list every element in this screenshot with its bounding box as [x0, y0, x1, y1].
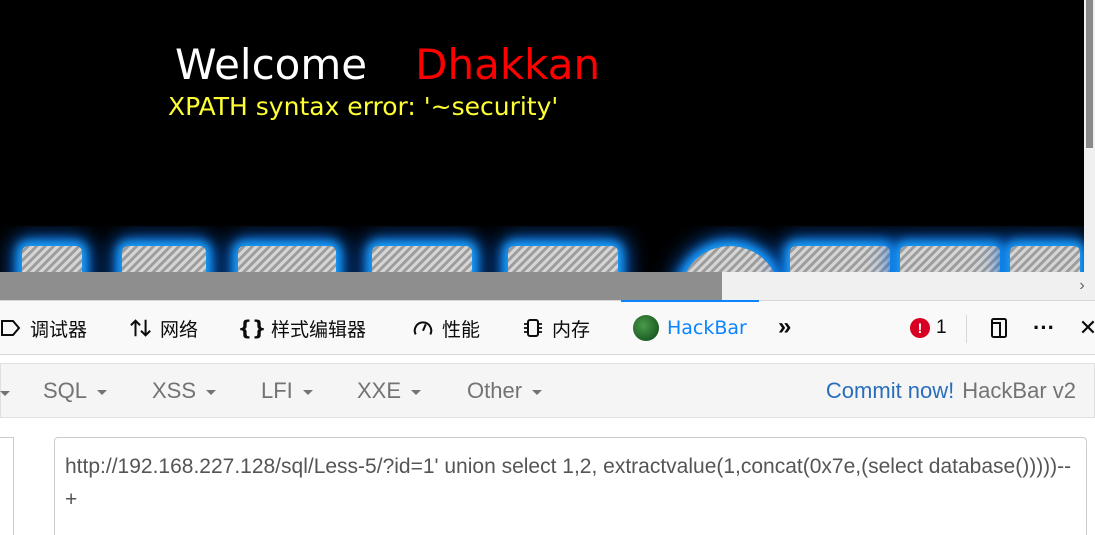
banner-glyph — [508, 246, 618, 274]
tab-style-editor[interactable]: {} 样式编辑器 — [237, 301, 367, 355]
menu-label: XXE — [357, 377, 402, 403]
horizontal-scrollbar[interactable]: › — [0, 272, 1095, 300]
tabs-overflow-button[interactable]: » — [778, 313, 791, 341]
hackbar-version: HackBar v2 — [962, 377, 1076, 403]
tab-memory[interactable]: 内存 — [522, 301, 590, 355]
menu-label: Other — [467, 377, 523, 403]
tab-label: 内存 — [552, 318, 591, 341]
chevron-down-icon[interactable] — [0, 391, 10, 396]
tab-label: 样式编辑器 — [271, 318, 367, 341]
tab-hackbar[interactable]: HackBar — [621, 300, 759, 355]
banner-glyph — [900, 246, 1000, 274]
scroll-right-arrow-icon[interactable]: › — [1073, 276, 1091, 296]
tab-network[interactable]: 网络 — [130, 301, 198, 355]
menu-xxe[interactable]: XXE — [357, 364, 422, 417]
console-error-counter[interactable]: ! 1 — [910, 301, 947, 355]
vertical-scrollbar[interactable] — [1084, 0, 1095, 272]
chevron-down-icon — [97, 389, 108, 395]
welcome-line: Welcome Dhakkan — [175, 40, 600, 89]
error-icon: ! — [910, 318, 930, 338]
side-panel-edge — [0, 437, 14, 535]
banner-glyph — [22, 246, 82, 274]
close-devtools-button[interactable]: ✕ — [1076, 301, 1095, 355]
banner-glyph — [238, 246, 336, 274]
responsive-frame-icon — [991, 318, 1007, 338]
banner-glyph — [790, 246, 890, 274]
tab-label: 调试器 — [30, 318, 88, 341]
more-options-button[interactable]: ··· — [1026, 301, 1062, 355]
chevron-down-icon — [411, 389, 422, 395]
chevron-down-icon — [532, 389, 543, 395]
horizontal-scroll-thumb[interactable] — [0, 272, 722, 300]
tab-label: 性能 — [442, 318, 481, 341]
banner-glyph — [1010, 246, 1080, 274]
banner-glyph — [372, 246, 472, 274]
username-text: Dhakkan — [415, 40, 601, 89]
error-count-text: 1 — [936, 317, 947, 338]
menu-xss[interactable]: XSS — [152, 364, 217, 417]
commit-area: Commit now! HackBar v2 — [826, 364, 1076, 417]
vertical-scroll-thumb[interactable] — [1086, 0, 1093, 148]
tab-performance[interactable]: 性能 — [412, 301, 480, 355]
menu-other[interactable]: Other — [467, 364, 543, 417]
tab-label: HackBar — [667, 317, 747, 339]
hackbar-menu-bar: SQL XSS LFI XXE Other Commit now! HackBa… — [0, 363, 1095, 418]
toolbar-separator — [966, 315, 967, 343]
menu-label: SQL — [43, 377, 88, 403]
tab-debugger[interactable]: 调试器 — [0, 301, 87, 355]
commit-now-link[interactable]: Commit now! — [826, 378, 954, 404]
chevron-down-icon — [206, 389, 217, 395]
banner-image — [0, 226, 1084, 274]
welcome-text: Welcome — [175, 40, 368, 89]
dock-toggle-button[interactable] — [982, 301, 1016, 355]
xpath-error-message: XPATH syntax error: '~security' — [168, 92, 559, 121]
chevron-down-icon — [302, 389, 313, 395]
performance-gauge-icon — [412, 317, 434, 339]
menu-sql[interactable]: SQL — [43, 364, 108, 417]
menu-lfi[interactable]: LFI — [261, 364, 313, 417]
network-arrows-icon — [130, 317, 152, 339]
url-textarea[interactable]: http://192.168.227.128/sql/Less-5/?id=1'… — [54, 437, 1087, 535]
hackbar-logo-icon — [633, 315, 659, 341]
menu-label: LFI — [261, 377, 293, 403]
devtools-toolbar: 调试器 网络 {} 样式编辑器 性能 内存 HackBar » ! 1 ··· … — [0, 300, 1095, 355]
debugger-icon — [0, 317, 22, 339]
banner-glyph — [680, 246, 780, 274]
braces-icon: {} — [237, 316, 267, 340]
banner-glyph — [122, 246, 206, 274]
tab-label: 网络 — [160, 318, 199, 341]
menu-label: XSS — [152, 377, 197, 403]
memory-chip-icon — [522, 317, 544, 339]
page-viewport: Welcome Dhakkan XPATH syntax error: '~sec… — [0, 0, 1095, 300]
